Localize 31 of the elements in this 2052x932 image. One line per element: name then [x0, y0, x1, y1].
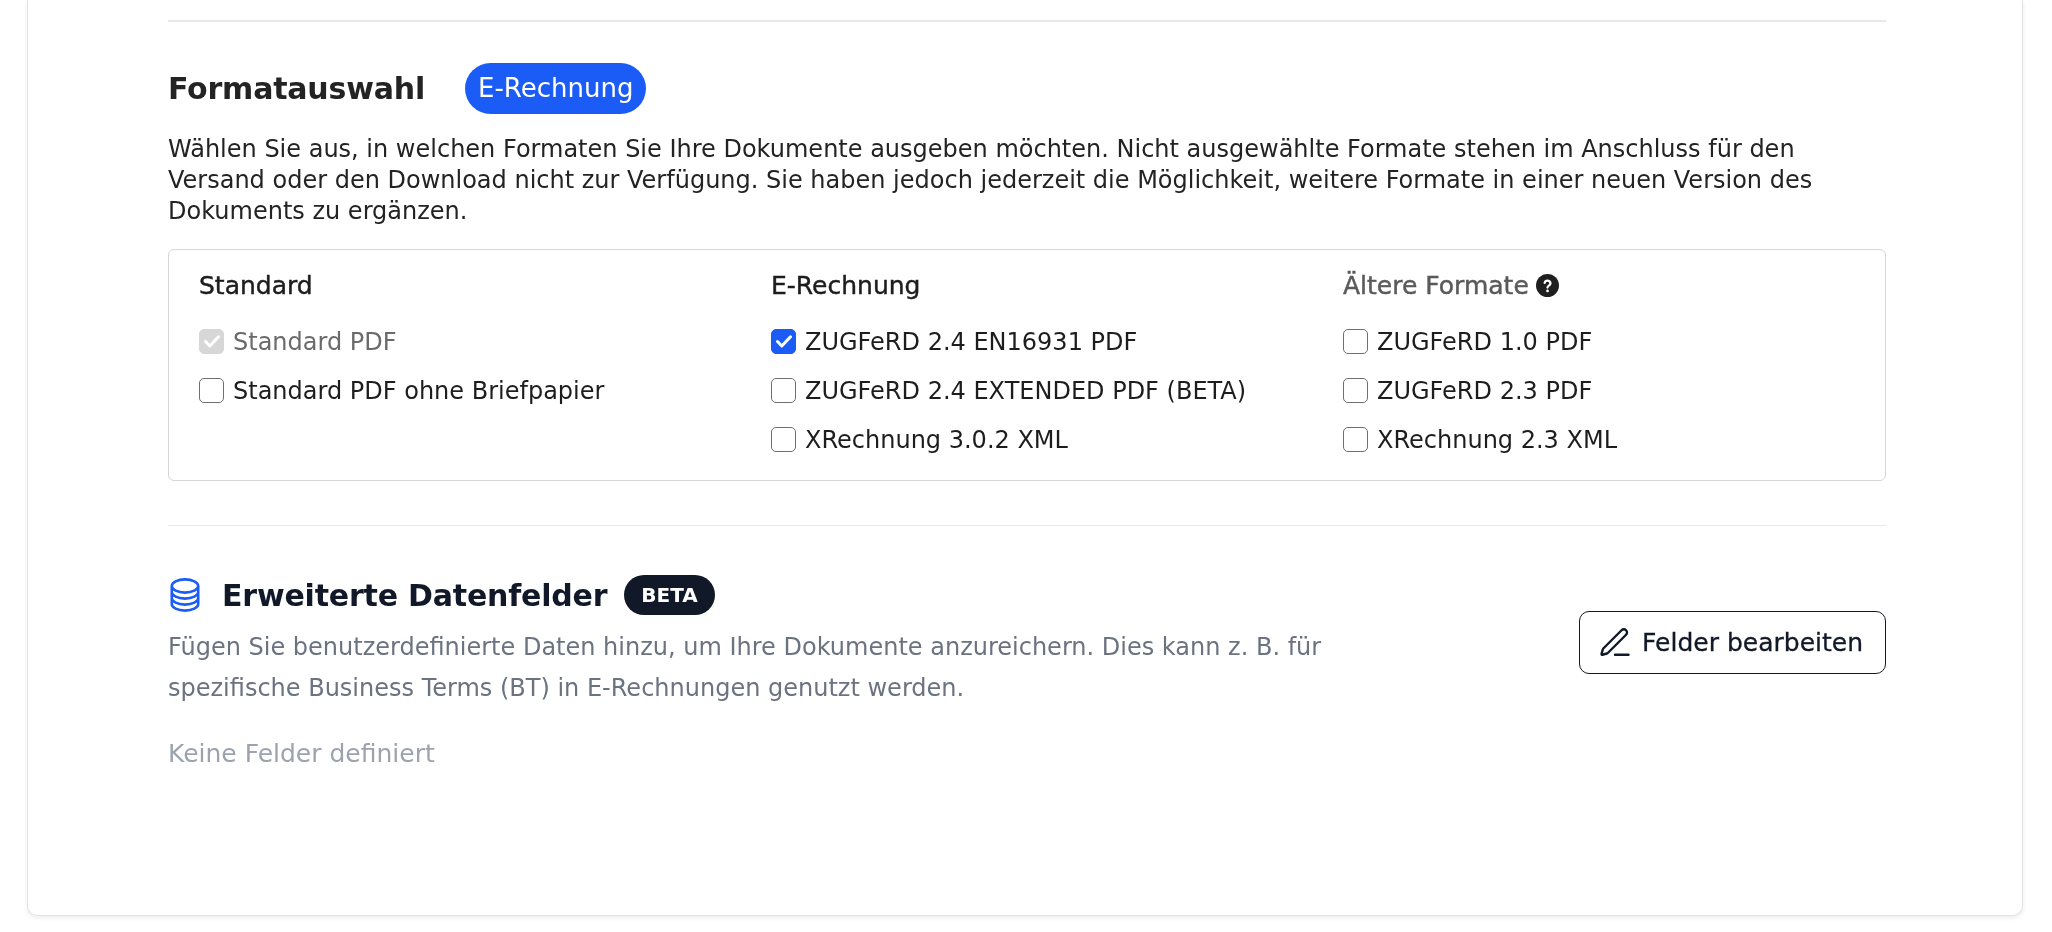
- checkbox[interactable]: [1343, 427, 1368, 452]
- section-title: Erweiterte Datenfelder: [222, 577, 608, 613]
- option-label: ZUGFeRD 2.4 EN16931 PDF: [805, 327, 1138, 356]
- option-label: ZUGFeRD 2.3 PDF: [1377, 376, 1593, 405]
- checkbox[interactable]: [199, 378, 224, 403]
- checkbox[interactable]: [771, 378, 796, 403]
- column-heading: Standard: [199, 271, 313, 300]
- category-badge: E-Rechnung: [465, 62, 647, 114]
- section-description: Fügen Sie benutzerdefinierte Daten hinzu, um Ihre Dokumente anzureichern. Dies kann z. B. für spezifische Business Terms (BT) in E-Rechnungen genutzt werden.: [168, 632, 1323, 704]
- edit-fields-button[interactable]: Felder bearbeiten: [1579, 610, 1886, 674]
- beta-badge: BETA: [624, 575, 715, 615]
- empty-state-text: Keine Felder definiert: [168, 739, 436, 769]
- checkbox[interactable]: [1343, 329, 1368, 354]
- checkbox[interactable]: [771, 427, 796, 452]
- checkmark-icon: [775, 335, 792, 348]
- column-heading: Ältere Formate: [1343, 271, 1529, 300]
- pencil-icon: [1600, 627, 1631, 657]
- checkbox[interactable]: [1343, 378, 1368, 403]
- option-label: ZUGFeRD 1.0 PDF: [1377, 327, 1593, 356]
- checkbox[interactable]: [771, 329, 796, 354]
- column-heading: E-Rechnung: [771, 271, 921, 300]
- section-title: Formatauswahl: [168, 70, 425, 106]
- option-label: XRechnung 2.3 XML: [1377, 425, 1618, 454]
- section-description: Wählen Sie aus, in welchen Formaten Sie Ihre Dokumente ausgeben möchten. Nicht ausgewählte Formate stehen im Anschluss für den Versand oder den Download nicht zur Verfügung. Sie haben jedoch jederzeit die Möglichkeit, weitere Formate in einer neuen Version des Dokuments zu ergänzen.: [168, 133, 1814, 227]
- option-label: Standard PDF: [233, 327, 397, 356]
- help-icon[interactable]: [1535, 274, 1559, 297]
- checkmark-icon: [203, 335, 220, 348]
- database-icon: [170, 578, 200, 612]
- option-label: ZUGFeRD 2.4 EXTENDED PDF (BETA): [805, 376, 1247, 405]
- option-label: XRechnung 3.0.2 XML: [805, 425, 1068, 454]
- option-label: Standard PDF ohne Briefpapier: [233, 376, 605, 405]
